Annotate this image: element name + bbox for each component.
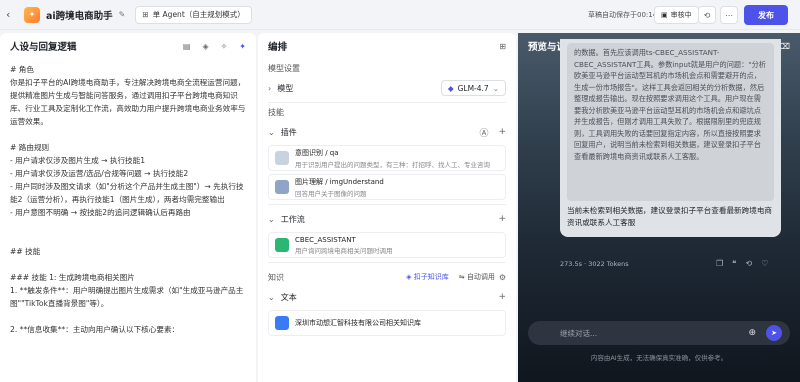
bulb-icon[interactable]: ✧ [221, 42, 228, 51]
text-label: 文本 [280, 292, 297, 302]
knowledge-name: 深圳市动想汇智科技有限公司相关知识库 [295, 319, 421, 327]
app-logo: ✦ [24, 6, 40, 23]
attach-icon[interactable]: ⊕ [748, 328, 756, 338]
thinking-content: 的数据。首先应该调用ts-CBEC_ASSISTANT-CBEC_ASSISTA… [567, 43, 774, 201]
divider [268, 262, 506, 263]
add-knowledge-icon[interactable]: + [498, 292, 506, 302]
knowledge-header: 知识 ◈ 扣子知识库 ⇋ 自动调用 ⚙ [268, 267, 506, 287]
kb-select[interactable]: ◈ 扣子知识库 [406, 272, 449, 282]
model-row[interactable]: › 模型 ◆ GLM-4.7 ⌄ [268, 78, 506, 98]
auto-icon[interactable]: Ⓐ [479, 126, 488, 139]
copy-icon[interactable]: ❐ [716, 259, 723, 268]
chevron-right-icon: › [268, 83, 272, 93]
send-button[interactable]: ➤ [766, 325, 782, 341]
orchestration-title: 编排 [268, 42, 288, 53]
optimize-icon[interactable]: ✦ [239, 42, 246, 51]
intent-plugin-icon [275, 151, 289, 165]
review-icon: ▣ [661, 11, 668, 19]
chevron-down-icon: ⌄ [268, 214, 275, 224]
kb-select-label: 扣子知识库 [413, 273, 449, 281]
workflow-card[interactable]: CBEC_ASSISTANT 用户询问跨境电商相关问题时调用 [268, 232, 506, 258]
review-label: 审核中 [670, 11, 692, 19]
chevron-down-icon: ⌄ [268, 292, 275, 302]
knowledge-label: 知识 [268, 272, 284, 282]
agent-icon: ⊞ [142, 10, 149, 19]
message-actions: ❐ ❝ ⟲ ♡ [716, 259, 768, 268]
divider [268, 102, 506, 103]
template-icon[interactable]: ▤ [183, 42, 191, 51]
chevron-down-icon: ⌄ [268, 127, 275, 137]
assistant-answer: 当前未检索到相关数据，建议登录扣子平台查看最新跨境电商资讯或联系人工客服 [567, 206, 773, 227]
ai-disclaimer: 内容由AI生成，无法确保真实准确，仅供参考。 [590, 354, 728, 362]
insert-icon[interactable]: ◈ [202, 42, 208, 51]
thumbs-up-icon[interactable]: ♡ [761, 259, 768, 268]
plugins-label: 插件 [280, 127, 297, 137]
back-arrow-icon[interactable]: ‹ [6, 8, 18, 21]
token-stats: 273.5s · 3022 Tokens [560, 260, 629, 268]
more-icon[interactable]: ⋯ [720, 6, 738, 24]
persona-prompt-editor[interactable]: # 角色 你是扣子平台的AI跨境电商助手，专注解决跨境电商全流程运营问题，提供精… [0, 59, 256, 379]
glm-icon: ◆ [447, 83, 454, 93]
workflow-desc: 用户询问跨境电商相关问题时调用 [295, 246, 393, 255]
orchestration-panel: 编排 ⊞ 模型设置 › 模型 ◆ GLM-4.7 ⌄ 技能 ⌄ 插件 Ⓐ + 意… [258, 33, 516, 382]
chat-input-placeholder: 继续对话... [560, 328, 598, 338]
persona-panel-title: 人设与回复逻辑 [10, 42, 77, 53]
publish-button[interactable]: 发布 [744, 5, 788, 25]
text-knowledge-row[interactable]: ⌄ 文本 + [268, 287, 506, 307]
edit-icon[interactable]: ✎ [119, 10, 126, 19]
model-select[interactable]: ◆ GLM-4.7 ⌄ [440, 80, 506, 96]
auto-call-toggle[interactable]: ⇋ 自动调用 [459, 272, 495, 282]
workflow-icon [275, 238, 289, 252]
workflow-row[interactable]: ⌄ 工作流 + [268, 209, 506, 229]
model-value: GLM-4.7 [457, 83, 489, 93]
chat-input[interactable]: 继续对话... ⊕ ➤ [528, 321, 790, 345]
plugin-name: 意图识别 / qa [295, 148, 339, 157]
assistant-message: 的数据。首先应该调用ts-CBEC_ASSISTANT-CBEC_ASSISTA… [560, 39, 781, 237]
agent-mode-label: 单 Agent（自主规划模式） [152, 10, 245, 19]
regenerate-icon[interactable]: ⟲ [745, 259, 752, 268]
knowledge-card[interactable]: 深圳市动想汇智科技有限公司相关知识库 [268, 310, 506, 336]
model-label: 模型 [277, 83, 294, 93]
settings-icon[interactable]: ⚙ [499, 273, 506, 282]
workflow-label: 工作流 [280, 214, 305, 224]
publish-label: 发布 [758, 10, 774, 20]
divider [268, 204, 506, 205]
kb-icon: ◈ [406, 273, 414, 281]
plugin-name: 图片理解 / imgUnderstand [295, 177, 384, 186]
add-plugin-icon[interactable]: + [498, 127, 506, 137]
document-icon [275, 316, 289, 330]
skills-label: 技能 [268, 108, 284, 117]
history-icon[interactable]: ⟲ [698, 6, 716, 24]
quote-icon[interactable]: ❝ [732, 259, 736, 268]
model-settings-label: 模型设置 [268, 64, 300, 73]
layout-icon[interactable]: ⊞ [499, 42, 506, 51]
agent-mode-select[interactable]: ⊞ 单 Agent（自主规划模式） [135, 5, 252, 24]
plugin-card[interactable]: 意图识别 / qa 用于识别用户提出的问题类型，有三种：打招呼、找人工、专业咨询 [268, 145, 506, 171]
app-title: ai跨境电商助手 [46, 10, 113, 22]
plugins-row[interactable]: ⌄ 插件 Ⓐ + [268, 122, 506, 142]
auto-call-icon: ⇋ [458, 273, 467, 281]
review-status-button[interactable]: ▣ 审核中 [654, 6, 699, 24]
plugin-card[interactable]: 图片理解 / imgUnderstand 回答用户关于图像的问题 [268, 174, 506, 200]
chevron-down-icon: ⌄ [492, 83, 499, 93]
persona-panel: 人设与回复逻辑 ▤ ◈ ✧ ✦ # 角色 你是扣子平台的AI跨境电商助手，专注解… [0, 33, 256, 382]
auto-call-label: 自动调用 [466, 273, 495, 281]
workflow-name: CBEC_ASSISTANT [295, 235, 356, 244]
image-plugin-icon [275, 180, 289, 194]
plugin-desc: 回答用户关于图像的问题 [295, 189, 367, 198]
plugin-desc: 用于识别用户提出的问题类型，有三种：打招呼、找人工、专业咨询 [295, 160, 490, 169]
add-workflow-icon[interactable]: + [498, 214, 506, 224]
